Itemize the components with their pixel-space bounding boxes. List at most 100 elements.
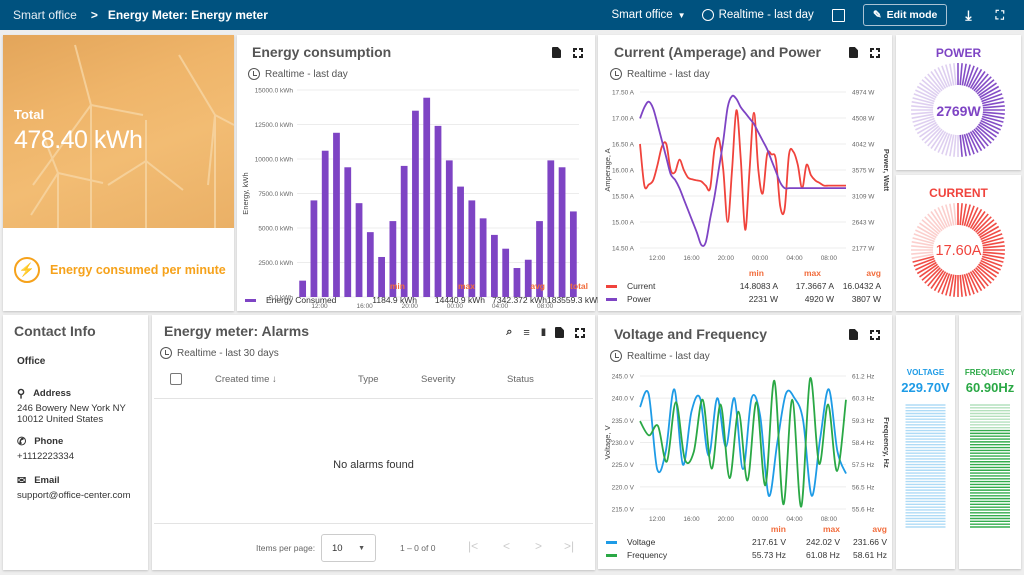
panel-timewindow[interactable]: Realtime - last 30 days — [160, 347, 279, 359]
y2-tick-label: 61.2 Hz — [852, 374, 874, 381]
breadcrumb-root[interactable]: Smart office — [13, 8, 77, 22]
gauge-tick — [959, 203, 963, 226]
columns-icon[interactable]: III — [541, 327, 546, 339]
first-page-button[interactable]: |< — [468, 539, 478, 553]
timewindow-button[interactable]: Realtime - last day — [701, 9, 814, 21]
panel-timewindow[interactable]: Realtime - last day — [610, 68, 710, 80]
y-tick-label: 15.50 A — [612, 194, 635, 201]
address-line-2: 10012 United States — [17, 414, 104, 425]
legend-row[interactable]: Power 2231 W 4920 W 3807 W — [606, 294, 882, 304]
frequency-gauge-panel: FREQUENCY 60.90Hz — [959, 315, 1021, 569]
legend-min: 2231 W — [748, 294, 778, 304]
x-tick-label: 00:00 — [752, 516, 769, 523]
y-axis-label: Energy, kWh — [241, 172, 250, 214]
legend-avg: 3807 W — [851, 294, 881, 304]
current-power-legend: min max avg Current 14.8083 A 17.3667 A … — [606, 268, 882, 304]
column-header-type[interactable]: Type — [358, 374, 379, 385]
gauge-tick — [953, 63, 957, 86]
column-header-created-time[interactable]: Created time ↓ — [215, 374, 277, 385]
voltage-frequency-legend: min max avg Voltage 217.61 V 242.02 V 23… — [606, 524, 887, 560]
current-gauge-panel: CURRENT 17.60A — [896, 175, 1021, 311]
items-per-page-label: Items per page: — [256, 543, 316, 553]
fullscreen-icon[interactable] — [573, 47, 583, 58]
column-header-status[interactable]: Status — [507, 374, 534, 385]
next-page-button[interactable]: > — [535, 539, 542, 553]
y-tick-label: 10000.0 kWh — [255, 157, 294, 164]
clock-icon — [160, 347, 172, 359]
items-per-page-select[interactable]: 10 ▼ — [321, 534, 376, 562]
energy-consumption-panel: Energy consumption Realtime - last day 0… — [237, 35, 602, 311]
last-page-button[interactable]: >| — [564, 539, 574, 553]
gauge-tick — [959, 63, 963, 86]
legend-row[interactable]: Voltage 217.61 V 242.02 V 231.66 V — [606, 537, 887, 547]
legend-max: 242.02 V — [805, 537, 840, 547]
x-tick-label: 12:00 — [649, 516, 666, 523]
timewindow-label: Realtime - last day — [718, 9, 814, 21]
export-file-icon[interactable] — [849, 329, 858, 340]
legend-row[interactable]: Current 14.8083 A 17.3667 A 16.0432 A — [606, 281, 882, 291]
clock-icon — [610, 68, 622, 80]
state-selector-label: Smart office — [611, 9, 673, 21]
top-toolbar: Smart office > Energy Meter: Energy mete… — [0, 0, 1024, 30]
phone-value[interactable]: +1112223334 — [17, 451, 74, 462]
export-file-icon[interactable] — [849, 47, 858, 58]
legend-header-max: max — [457, 281, 475, 291]
y-tick-label: 15.00 A — [612, 220, 635, 227]
x-tick-label: 16:00 — [683, 516, 700, 523]
legend-min: 1184.9 kWh — [372, 295, 417, 305]
gauge-value: 17.60A — [935, 243, 982, 259]
fullscreen-icon[interactable] — [575, 327, 585, 338]
y2-tick-label: 57.5 Hz — [852, 462, 874, 469]
y2-tick-label: 3575 W — [852, 168, 875, 175]
y2-tick-label: 58.4 Hz — [852, 440, 874, 447]
gauge-title: CURRENT — [929, 186, 988, 200]
column-header-severity[interactable]: Severity — [421, 374, 455, 385]
lightning-icon: ⚡ — [14, 257, 40, 283]
select-all-checkbox[interactable] — [170, 373, 182, 385]
fullscreen-icon[interactable] — [870, 47, 880, 58]
bar — [333, 132, 340, 297]
legend-max: 14440.9 kWh — [434, 295, 485, 305]
caret-down-icon: ▼ — [358, 544, 365, 552]
paginator-divider — [154, 523, 593, 524]
fullscreen-exit-button[interactable]: ⛶ — [996, 8, 1004, 23]
pencil-icon: ✎ — [872, 9, 882, 21]
column-label: Created time — [215, 374, 270, 385]
filter-icon[interactable]: ≡ — [523, 327, 529, 339]
download-icon: ⤓ — [965, 6, 972, 23]
legend-header-min: min — [389, 281, 405, 291]
legend-row[interactable]: Energy Consumed 1184.9 kWh 14440.9 kWh 7… — [243, 295, 602, 305]
email-value[interactable]: support@office-center.com — [17, 490, 131, 501]
legend-min: 217.61 V — [751, 537, 786, 547]
y-tick-label: 245.0 V — [612, 374, 635, 381]
panel-title: Energy consumption — [252, 44, 392, 60]
legend-total: 183559.3 kWh — [547, 295, 602, 305]
dashboard-layout-button[interactable] — [831, 8, 845, 22]
legend-color-swatch — [245, 298, 256, 302]
fullscreen-icon[interactable] — [870, 329, 880, 340]
legend-series-name: Power — [627, 294, 652, 304]
voltage-linear-gauge — [905, 404, 946, 528]
y-tick-label: 220.0 V — [612, 484, 635, 491]
address-label: Address — [33, 388, 72, 399]
y2-tick-label: 60.3 Hz — [852, 396, 874, 403]
y2-tick-label: 2177 W — [852, 246, 875, 253]
export-file-icon[interactable] — [552, 47, 561, 58]
y-tick-label: 14.50 A — [612, 246, 635, 253]
search-icon[interactable]: ⌕ — [506, 326, 512, 339]
legend-header-avg: avg — [530, 281, 545, 291]
y-axis-label: Amperage, A — [603, 148, 612, 191]
export-file-icon[interactable] — [555, 327, 564, 338]
y-tick-label: 12500.0 kWh — [255, 122, 294, 129]
edit-mode-button[interactable]: ✎ Edit mode — [862, 4, 948, 26]
y-tick-label: 230.0 V — [612, 440, 635, 447]
fullscreen-exit-icon: ⛶ — [995, 7, 1004, 22]
state-selector[interactable]: Smart office ▼ — [612, 9, 686, 21]
y-tick-label: 235.0 V — [612, 418, 635, 425]
y2-tick-label: 59.3 Hz — [852, 418, 874, 425]
download-button[interactable]: ⤓ — [965, 7, 971, 24]
legend-row[interactable]: Frequency 55.73 Hz 61.08 Hz 58.61 Hz — [606, 550, 887, 560]
items-per-page-value: 10 — [332, 542, 343, 554]
legend-min: 55.73 Hz — [751, 550, 786, 560]
previous-page-button[interactable]: < — [503, 539, 510, 553]
